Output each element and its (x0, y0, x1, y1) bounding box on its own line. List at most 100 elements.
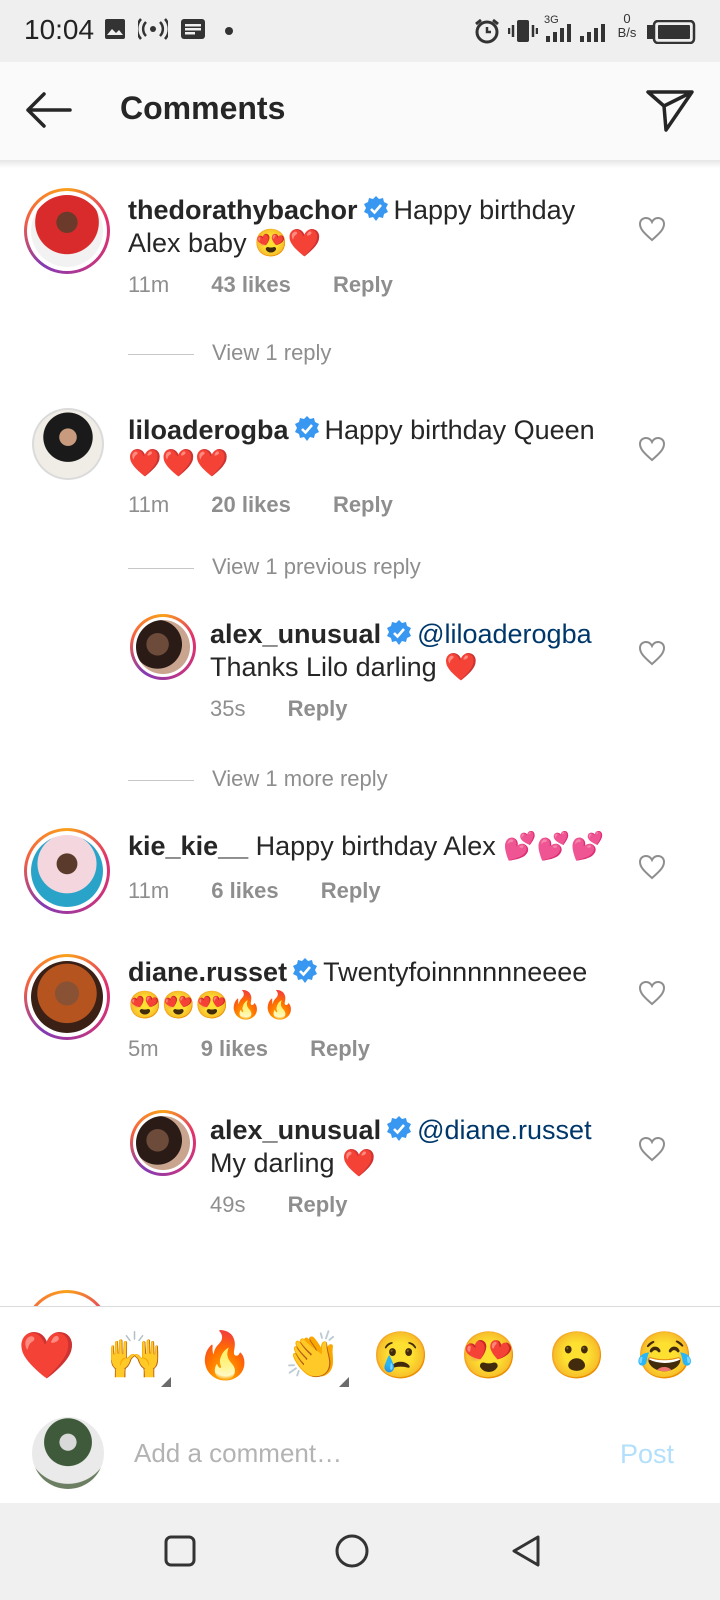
emoji-quick-reactions: ❤️ 🙌 🔥 👏 😢 😍 😮 😂 (0, 1306, 720, 1404)
verified-badge-icon (363, 196, 388, 221)
like-heart-icon[interactable] (638, 854, 666, 880)
current-user-avatar (32, 1417, 104, 1489)
reply-body: My darling ❤️ (210, 1148, 376, 1178)
comment-username[interactable]: thedorathybachor (128, 195, 358, 225)
story-ring[interactable] (24, 188, 110, 274)
comments-list[interactable]: thedorathybachor Happy birthday Alex baby… (0, 168, 720, 1306)
reply-time: 49s (210, 1192, 246, 1217)
comment-text-block: thedorathybachor Happy birthday Alex baby… (128, 194, 598, 260)
like-heart-icon[interactable] (638, 980, 666, 1006)
back-arrow-icon[interactable] (22, 88, 74, 132)
emoji-heart[interactable]: ❤️ (18, 1327, 75, 1383)
back-triangle-icon[interactable] (508, 1533, 544, 1569)
reply-meta: 49s Reply (210, 1192, 384, 1218)
like-heart-icon[interactable] (638, 1136, 666, 1162)
replies-divider (128, 567, 194, 569)
story-ring[interactable] (24, 1290, 110, 1306)
comment-meta: 11m 20 likes Reply (128, 492, 429, 518)
page-title: Comments (120, 90, 286, 126)
signal-icon (546, 24, 605, 42)
reply-button[interactable]: Reply (288, 1192, 348, 1217)
like-heart-icon[interactable] (638, 436, 666, 462)
avatar (136, 620, 190, 674)
avatar (31, 835, 103, 907)
reply-body: Thanks Lilo darling ❤️ (210, 652, 478, 682)
header-divider (0, 160, 720, 168)
comment-time: 11m (128, 492, 170, 517)
story-ring[interactable] (130, 614, 196, 680)
view-replies-button[interactable]: View 1 reply (128, 340, 331, 366)
like-heart-icon[interactable] (638, 640, 666, 666)
network-speed-value: 0 (623, 11, 631, 26)
image-icon (105, 19, 125, 39)
recents-square-icon[interactable] (162, 1533, 198, 1569)
avatar (31, 961, 103, 1033)
emoji-crying[interactable]: 😢 (372, 1327, 429, 1383)
comments-header: Comments (0, 62, 720, 162)
alarm-icon (475, 18, 499, 44)
network-speed-unit: B/s (617, 25, 637, 40)
post-button[interactable]: Post (620, 1439, 674, 1470)
story-ring[interactable] (130, 1110, 196, 1176)
emoji-raising-hands-glyph: 🙌 (106, 1329, 164, 1381)
avatar-frame[interactable] (32, 408, 104, 480)
reply-button[interactable]: Reply (333, 272, 393, 297)
reply-text-block: alex_unusual @liloaderogba Thanks Lilo dar… (210, 618, 610, 684)
comment-body: Happy birthday Alex 💕💕💕 (255, 831, 605, 861)
skin-tone-indicator-icon (161, 1377, 172, 1387)
home-circle-icon[interactable] (334, 1533, 370, 1569)
emoji-clapping-glyph: 👏 (284, 1329, 342, 1381)
reply-text-block: alex_unusual @diane.russet My darling ❤️ (210, 1114, 610, 1180)
comment-meta: 5m 9 likes Reply (128, 1036, 406, 1062)
emoji-tears-of-joy[interactable]: 😂 (636, 1327, 693, 1383)
verified-badge-icon (387, 620, 412, 645)
comment-input[interactable] (132, 1429, 586, 1477)
emoji-raising-hands[interactable]: 🙌 (106, 1327, 172, 1387)
emoji-surprised[interactable]: 😮 (548, 1327, 605, 1383)
view-more-replies-button[interactable]: View 1 more reply (128, 766, 388, 792)
reply-time: 35s (210, 696, 246, 721)
comment-likes[interactable]: 20 likes (211, 492, 291, 517)
comment-username[interactable]: kie_kie__ (128, 831, 248, 861)
reply-username[interactable]: alex_unusual (210, 619, 381, 649)
comment-meta: 11m 43 likes Reply (128, 272, 429, 298)
view-replies-label: View 1 previous reply (212, 554, 421, 579)
comment-text-block: liloaderogba Happy birthday Queen ❤️❤️❤️ (128, 414, 608, 480)
skin-tone-indicator-icon (339, 1377, 350, 1387)
comment-time: 5m (128, 1036, 159, 1061)
news-icon (181, 19, 205, 39)
reply-username[interactable]: alex_unusual (210, 1115, 381, 1145)
send-icon[interactable] (644, 84, 696, 136)
hotspot-icon (138, 18, 168, 40)
like-heart-icon[interactable] (638, 216, 666, 242)
comment-text-block: diane.russet Twentyfoinnnnnneeee 😍😍😍🔥🔥 (128, 956, 618, 1022)
reply-meta: 35s Reply (210, 696, 384, 722)
verified-badge-icon (293, 958, 318, 983)
comment-likes[interactable]: 9 likes (201, 1036, 268, 1061)
story-ring[interactable] (24, 828, 110, 914)
battery-icon (647, 20, 696, 44)
avatar (136, 1116, 190, 1170)
reply-button[interactable]: Reply (321, 878, 381, 903)
story-ring[interactable] (24, 954, 110, 1040)
status-time: 10:04 (24, 14, 95, 45)
reply-button[interactable]: Reply (333, 492, 393, 517)
view-replies-label: View 1 reply (212, 340, 332, 365)
verified-badge-icon (294, 416, 319, 441)
emoji-clapping[interactable]: 👏 (284, 1327, 350, 1387)
comment-likes[interactable]: 43 likes (211, 272, 291, 297)
avatar (34, 410, 102, 478)
reply-button[interactable]: Reply (310, 1036, 370, 1061)
reply-mention[interactable]: @liloaderogba (417, 619, 592, 649)
emoji-heart-eyes[interactable]: 😍 (460, 1327, 517, 1383)
dot-icon (225, 27, 233, 35)
comment-time: 11m (128, 272, 170, 297)
comment-likes[interactable]: 6 likes (211, 878, 278, 903)
view-previous-replies-button[interactable]: View 1 previous reply (128, 554, 421, 580)
reply-button[interactable]: Reply (288, 696, 348, 721)
emoji-fire[interactable]: 🔥 (196, 1327, 253, 1383)
comment-username[interactable]: diane.russet (128, 957, 287, 987)
replies-divider (128, 779, 194, 781)
comment-username[interactable]: liloaderogba (128, 415, 289, 445)
reply-mention[interactable]: @diane.russet (417, 1115, 592, 1145)
